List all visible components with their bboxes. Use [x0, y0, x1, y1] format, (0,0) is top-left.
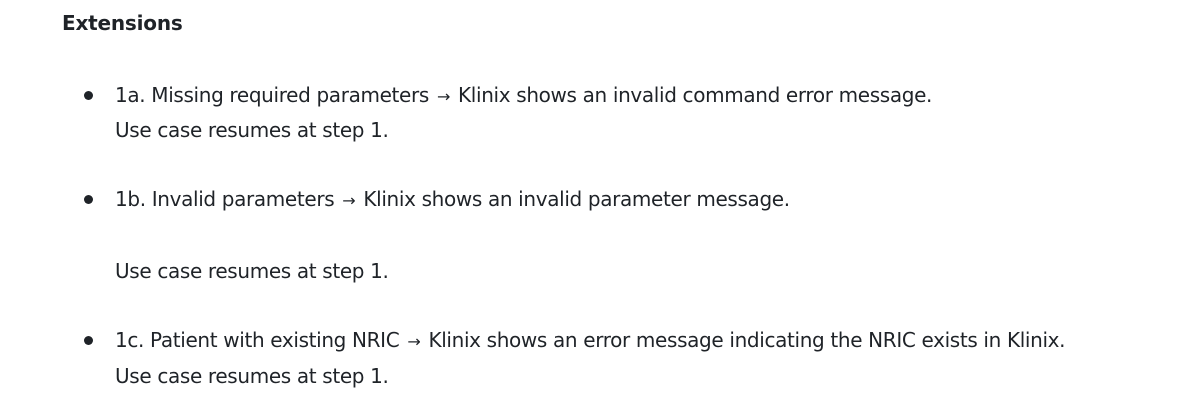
right-arrow-icon: →: [342, 191, 356, 210]
extension-lead-1b: 1b. Invalid parameters: [115, 187, 335, 211]
extension-resume-1c: Use case resumes at step 1.: [115, 364, 389, 388]
extension-result-1a: Klinix shows an invalid command error me…: [458, 83, 933, 107]
extensions-heading: Extensions: [62, 11, 183, 35]
extension-lead-1a: 1a. Missing required parameters: [115, 83, 429, 107]
extension-resume-1b: Use case resumes at step 1.: [115, 259, 389, 283]
bullet-icon: [84, 195, 93, 204]
extension-result-1b: Klinix shows an invalid parameter messag…: [363, 187, 790, 211]
extension-result-1c: Klinix shows an error message indicating…: [428, 328, 1066, 352]
extension-line-1a: 1a. Missing required parameters → Klinix…: [115, 81, 932, 111]
extension-line-1b: 1b. Invalid parameters → Klinix shows an…: [115, 185, 790, 215]
bullet-icon: [84, 91, 93, 100]
extension-resume-1a: Use case resumes at step 1.: [115, 118, 389, 142]
right-arrow-icon: →: [436, 87, 451, 106]
bullet-icon: [84, 336, 93, 345]
extension-lead-1c: 1c. Patient with existing NRIC: [115, 328, 400, 352]
right-arrow-icon: →: [407, 332, 421, 351]
extension-line-1c: 1c. Patient with existing NRIC → Klinix …: [115, 326, 1066, 356]
